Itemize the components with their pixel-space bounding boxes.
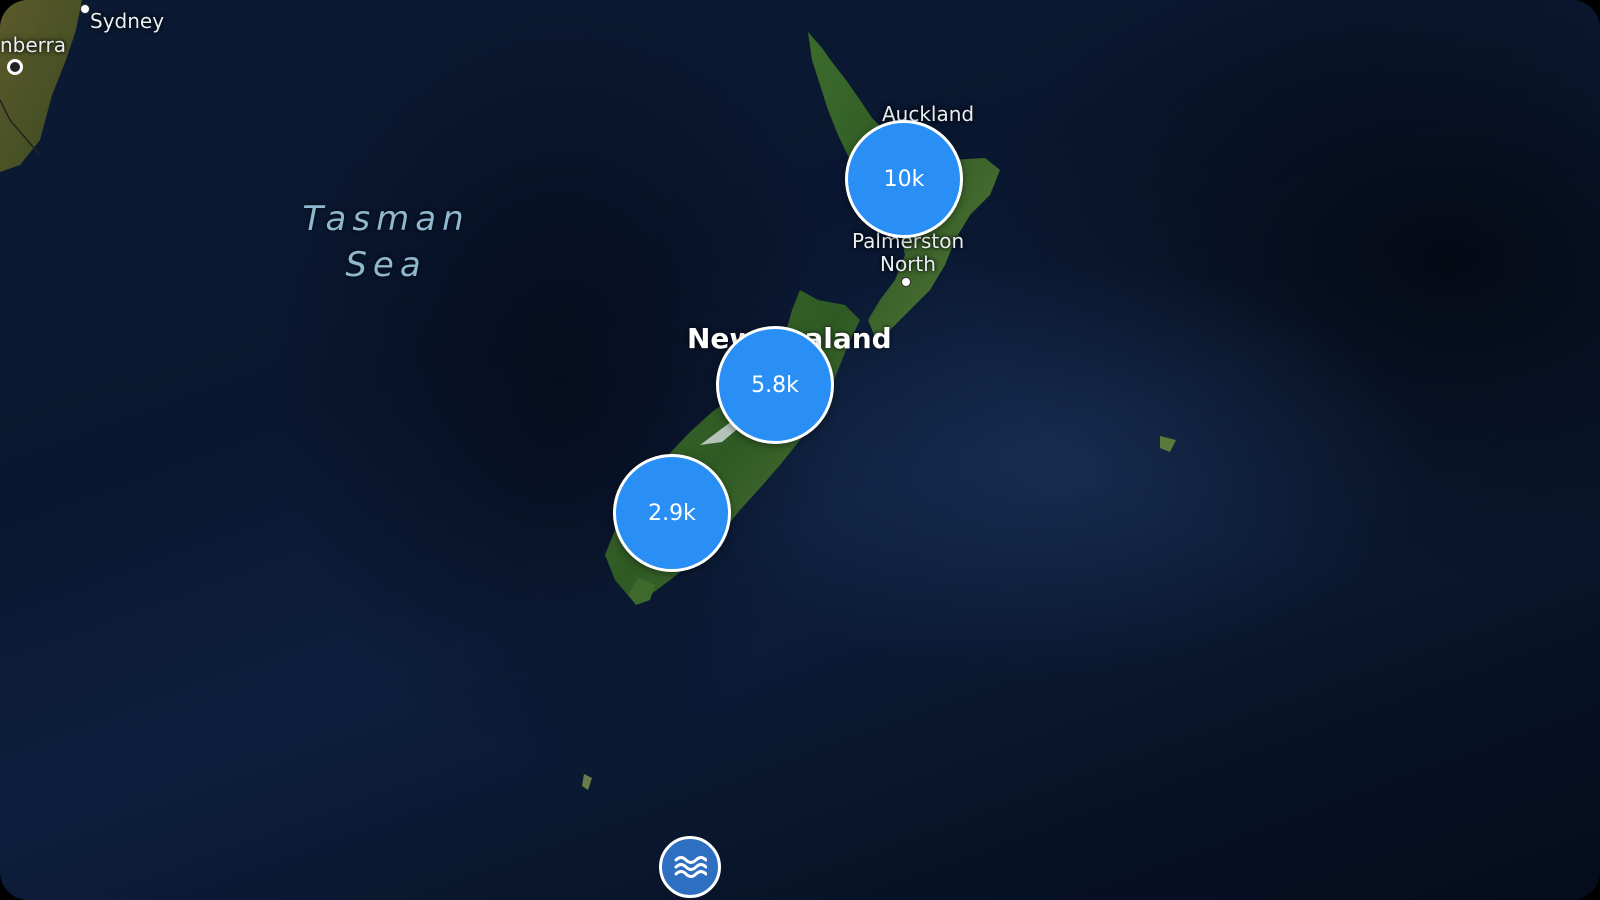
cluster-marker-south[interactable]: 2.9k <box>613 454 731 572</box>
tasman-sea-label: Tasman Sea <box>276 196 496 288</box>
sydney-label: Sydney <box>90 9 165 33</box>
map-basemap <box>0 0 1176 790</box>
cluster-marker-north[interactable]: 10k <box>845 120 963 238</box>
cluster-count: 10k <box>883 166 925 192</box>
auckland-islands <box>582 774 592 790</box>
canberra-label: nberra <box>0 33 67 57</box>
sea-label-line1: Tasman <box>302 199 470 239</box>
waves-marker[interactable] <box>659 836 721 898</box>
waves-icon <box>674 856 707 878</box>
australia-land <box>0 0 82 172</box>
sydney-dot <box>80 4 90 14</box>
palmerston-north-label-line2: North <box>880 252 936 276</box>
cluster-count: 2.9k <box>648 500 696 526</box>
chatham-islands <box>1160 436 1176 452</box>
canberra-capital-icon <box>7 59 23 75</box>
map-view[interactable]: Sydney nberra Tasman Sea Auckland Palmer… <box>0 0 1600 900</box>
palmerston-north-dot <box>901 277 911 287</box>
sea-label-line2: Sea <box>345 245 427 285</box>
cluster-count: 5.8k <box>751 372 799 398</box>
cluster-marker-central[interactable]: 5.8k <box>716 326 834 444</box>
